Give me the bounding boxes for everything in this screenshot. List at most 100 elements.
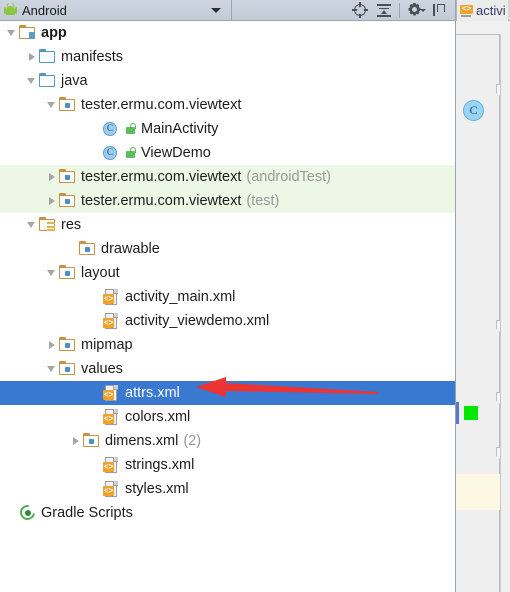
tree-row-label: attrs.xml bbox=[125, 385, 180, 401]
editor-scrollbar[interactable] bbox=[500, 34, 510, 592]
tree-row[interactable]: mipmap bbox=[0, 333, 455, 357]
tree-row-label: values bbox=[81, 361, 123, 377]
tree-row-label: colors.xml bbox=[125, 409, 191, 425]
tree-row[interactable]: app bbox=[0, 21, 455, 45]
tree-row[interactable]: values bbox=[0, 357, 455, 381]
folder-icon bbox=[39, 73, 56, 89]
tree-row[interactable]: dimens.xml (2) bbox=[0, 429, 455, 453]
xml-file-icon: <> bbox=[103, 385, 120, 401]
tree-row-label: mipmap bbox=[81, 337, 133, 353]
tree-row-label: java bbox=[61, 73, 88, 89]
expand-arrow-icon[interactable] bbox=[46, 339, 59, 352]
tree-row[interactable]: <> styles.xml bbox=[0, 477, 455, 501]
xml-file-icon: <> bbox=[103, 313, 120, 329]
editor-tab-label: activi bbox=[476, 2, 506, 18]
package-folder-icon bbox=[59, 361, 76, 377]
editor-body[interactable]: C bbox=[456, 22, 510, 592]
tree-row-label: styles.xml bbox=[125, 481, 189, 497]
class-gutter-icon[interactable]: C bbox=[463, 100, 484, 121]
android-logo-icon bbox=[4, 2, 17, 17]
unlocked-public-icon bbox=[125, 146, 137, 160]
select-opened-file-icon[interactable] bbox=[351, 1, 369, 19]
toolbar-divider bbox=[399, 2, 400, 18]
tree-row-label: strings.xml bbox=[125, 457, 195, 473]
package-folder-icon bbox=[59, 265, 76, 281]
tree-row[interactable]: <> activity_main.xml bbox=[0, 285, 455, 309]
package-folder-icon bbox=[59, 169, 76, 185]
editor-tab[interactable]: <> activi bbox=[456, 0, 508, 21]
gear-settings-icon[interactable] bbox=[406, 1, 426, 19]
unlocked-public-icon bbox=[125, 122, 137, 136]
expand-arrow-icon[interactable] bbox=[26, 51, 39, 64]
project-view-selector[interactable]: Android bbox=[0, 0, 232, 21]
collapse-arrow-icon[interactable] bbox=[26, 219, 39, 232]
tree-row-label: tester.ermu.com.viewtext bbox=[81, 97, 242, 113]
tree-row[interactable]: manifests bbox=[0, 45, 455, 69]
package-folder-icon bbox=[59, 97, 76, 113]
tree-row-suffix: (2) bbox=[183, 433, 202, 449]
package-folder-icon bbox=[79, 241, 96, 257]
java-class-icon: C bbox=[103, 145, 120, 161]
tree-row-suffix: (androidTest) bbox=[246, 169, 331, 185]
folder-icon bbox=[39, 49, 56, 65]
package-folder-icon bbox=[59, 193, 76, 209]
collapse-arrow-icon[interactable] bbox=[6, 27, 19, 40]
tree-row[interactable]: <> colors.xml bbox=[0, 405, 455, 429]
tree-row[interactable]: <> activity_viewdemo.xml bbox=[0, 309, 455, 333]
tree-row-label: res bbox=[61, 217, 82, 233]
xml-file-icon: <> bbox=[103, 409, 120, 425]
tree-row-label: tester.ermu.com.viewtext bbox=[81, 169, 242, 185]
tree-row-label: app bbox=[41, 25, 67, 41]
package-folder-icon bbox=[83, 433, 100, 449]
tree-row-label: drawable bbox=[101, 241, 160, 257]
toolbar-actions bbox=[232, 0, 455, 21]
tree-row[interactable]: tester.ermu.com.viewtext (androidTest) bbox=[0, 165, 455, 189]
tree-row-label: manifests bbox=[61, 49, 124, 65]
expand-arrow-icon[interactable] bbox=[46, 195, 59, 208]
tree-row-label: tester.ermu.com.viewtext bbox=[81, 193, 242, 209]
collapse-arrow-icon[interactable] bbox=[46, 363, 59, 376]
tree-row[interactable]: tester.ermu.com.viewtext (test) bbox=[0, 189, 455, 213]
project-tool-window-header: Android bbox=[0, 0, 455, 21]
collapse-all-icon[interactable] bbox=[375, 1, 393, 19]
tree-row[interactable]: java bbox=[0, 69, 455, 93]
editor-area: <> activi C bbox=[455, 0, 510, 592]
project-view-title: Android bbox=[22, 2, 67, 18]
tree-row-label: activity_main.xml bbox=[125, 289, 236, 305]
tree-row[interactable]: C MainActivity bbox=[0, 117, 455, 141]
editor-green-marker bbox=[464, 406, 478, 420]
project-tree[interactable]: app manifests java tester.ermu.com.viewtext… bbox=[0, 21, 455, 592]
res-folder-icon bbox=[39, 217, 56, 233]
expand-arrow-icon[interactable] bbox=[46, 171, 59, 184]
chevron-down-icon[interactable] bbox=[211, 7, 221, 13]
tree-row-label: activity_viewdemo.xml bbox=[125, 313, 270, 329]
java-class-icon: C bbox=[103, 121, 120, 137]
collapse-arrow-icon[interactable] bbox=[46, 99, 59, 112]
tree-row[interactable]: res bbox=[0, 213, 455, 237]
package-folder-icon bbox=[59, 337, 76, 353]
tree-row[interactable]: drawable bbox=[0, 237, 455, 261]
tree-row-label: MainActivity bbox=[141, 121, 219, 137]
tree-row-label: dimens.xml bbox=[105, 433, 179, 449]
collapse-arrow-icon[interactable] bbox=[26, 75, 39, 88]
xml-file-icon: <> bbox=[460, 4, 473, 17]
expand-arrow-icon[interactable] bbox=[70, 435, 83, 448]
collapse-arrow-icon[interactable] bbox=[46, 267, 59, 280]
xml-badge: <> bbox=[460, 4, 473, 14]
xml-file-icon: <> bbox=[103, 457, 120, 473]
tree-row[interactable]: layout bbox=[0, 261, 455, 285]
tree-row[interactable]: <> strings.xml bbox=[0, 453, 455, 477]
xml-file-icon: <> bbox=[103, 289, 120, 305]
tree-row[interactable]: tester.ermu.com.viewtext bbox=[0, 93, 455, 117]
gradle-icon bbox=[17, 502, 38, 523]
hide-panel-icon[interactable] bbox=[430, 1, 448, 19]
tree-row[interactable]: <> attrs.xml bbox=[0, 381, 455, 405]
tree-row[interactable]: C ViewDemo bbox=[0, 141, 455, 165]
tree-row[interactable]: Gradle Scripts bbox=[0, 501, 455, 525]
